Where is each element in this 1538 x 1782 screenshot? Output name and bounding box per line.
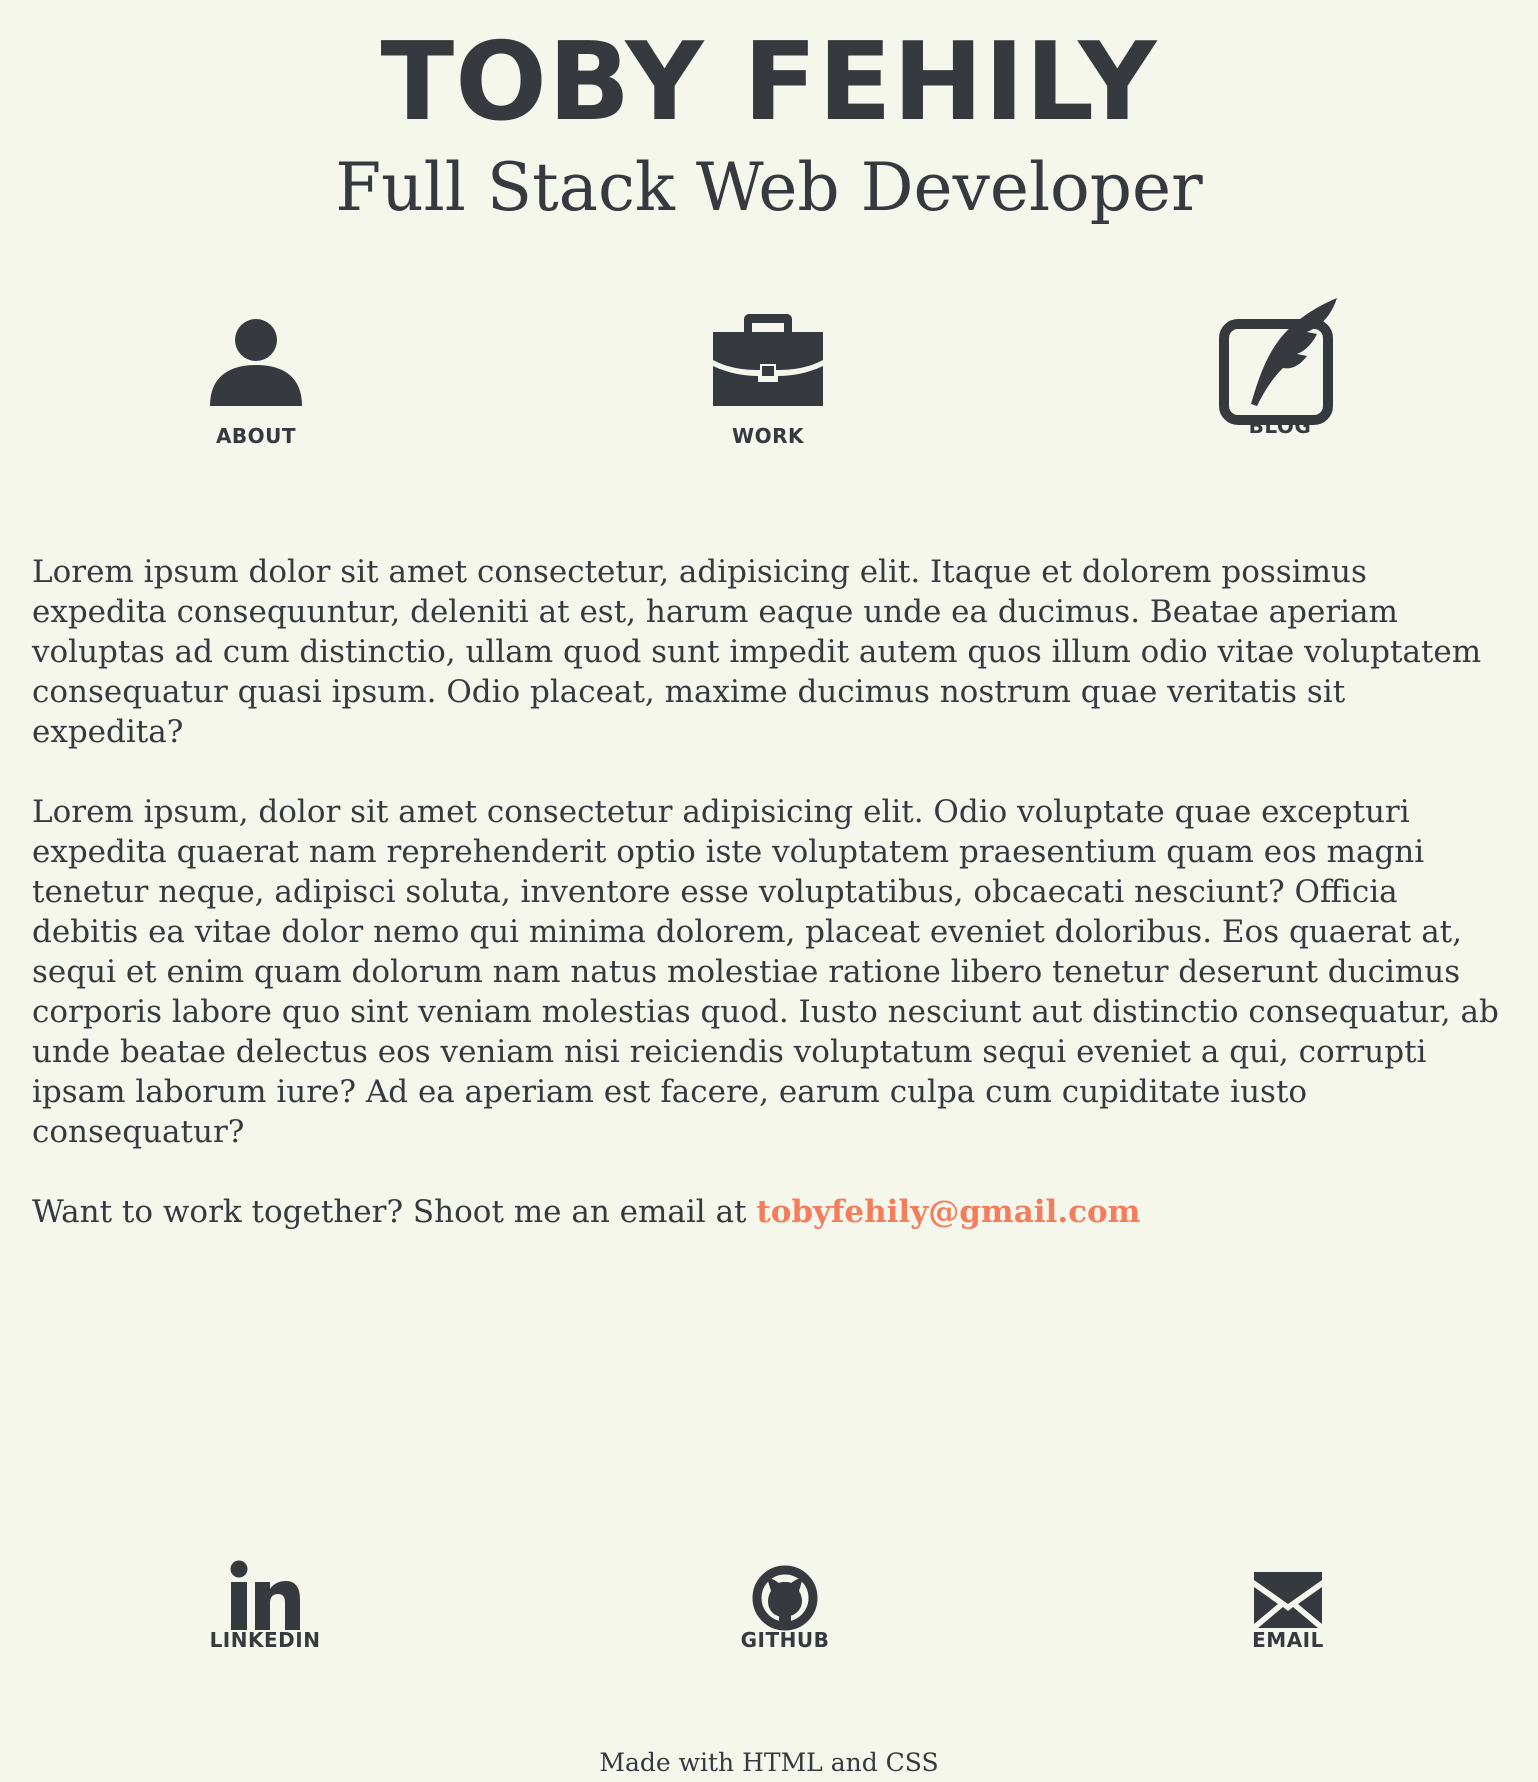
email-label: EMAIL bbox=[1252, 1628, 1324, 1652]
linkedin-label: LINKEDIN bbox=[209, 1628, 321, 1652]
quill-edit-icon bbox=[1219, 298, 1337, 425]
nav-about-link[interactable]: ABOUT bbox=[196, 318, 316, 448]
social-links: LINKEDIN GITHUB EMAIL bbox=[0, 1560, 1538, 1660]
about-content: Lorem ipsum dolor sit amet consectetur, … bbox=[32, 552, 1506, 1272]
user-icon bbox=[210, 319, 302, 406]
nav-about-label: ABOUT bbox=[215, 424, 297, 448]
footer-credit: Made with HTML and CSS bbox=[599, 1748, 939, 1777]
about-paragraph-1: Lorem ipsum dolor sit amet consectetur, … bbox=[32, 554, 1482, 750]
briefcase-icon bbox=[713, 314, 823, 406]
nav-work-link[interactable]: WORK bbox=[708, 312, 828, 448]
github-label: GITHUB bbox=[740, 1628, 830, 1652]
main-nav: ABOUT WORK BLOG bbox=[0, 290, 1538, 460]
linkedin-icon bbox=[230, 1560, 300, 1630]
contact-email-link[interactable]: tobyfehily@gmail.com bbox=[756, 1194, 1140, 1230]
site-name: TOBY FEHILY bbox=[380, 20, 1158, 145]
email-link[interactable]: EMAIL bbox=[1223, 1572, 1353, 1652]
site-tagline: Full Stack Web Developer bbox=[335, 149, 1203, 226]
contact-line: Want to work together? Shoot me an email… bbox=[32, 1192, 1506, 1232]
about-paragraph-2: Lorem ipsum, dolor sit amet consectetur … bbox=[32, 794, 1499, 1150]
linkedin-link[interactable]: LINKEDIN bbox=[200, 1560, 330, 1652]
nav-blog-link[interactable]: BLOG bbox=[1219, 298, 1340, 438]
envelope-icon bbox=[1254, 1572, 1322, 1628]
github-icon bbox=[752, 1565, 818, 1631]
nav-work-label: WORK bbox=[732, 424, 804, 448]
contact-prefix: Want to work together? Shoot me an email… bbox=[32, 1194, 757, 1230]
github-link[interactable]: GITHUB bbox=[720, 1564, 850, 1652]
